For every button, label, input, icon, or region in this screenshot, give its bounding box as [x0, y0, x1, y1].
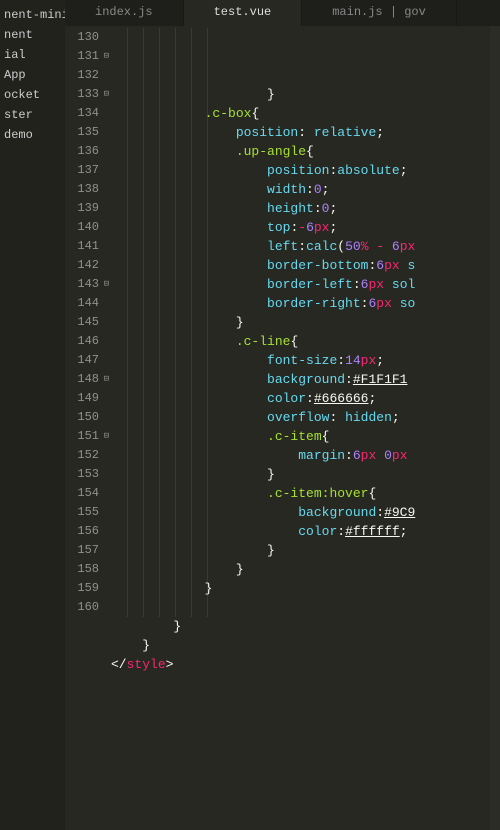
code-line[interactable]: }	[111, 465, 500, 484]
sidebar-item[interactable]: demo	[0, 125, 65, 145]
code-line[interactable]: border-left:6px sol	[111, 275, 500, 294]
code-line[interactable]: }	[111, 560, 500, 579]
editor-tab[interactable]: main.js | gov	[302, 0, 457, 26]
code-line[interactable]: overflow: hidden;	[111, 408, 500, 427]
editor-tab[interactable]: test.vue	[184, 0, 303, 26]
vertical-scrollbar[interactable]	[490, 26, 500, 830]
line-number: 130	[65, 28, 99, 47]
code-line[interactable]: left:calc(50% - 6px	[111, 237, 500, 256]
line-number: 132	[65, 66, 99, 85]
line-number: 148⊟	[65, 370, 99, 389]
main-panel: index.jstest.vuemain.js | gov 130131⊟132…	[65, 0, 500, 830]
code-line[interactable]: </style>	[111, 655, 500, 674]
code-line[interactable]: position: relative;	[111, 123, 500, 142]
code-line[interactable]: position:absolute;	[111, 161, 500, 180]
code-line[interactable]: color:#666666;	[111, 389, 500, 408]
line-number: 155	[65, 503, 99, 522]
code-line[interactable]: top:-6px;	[111, 218, 500, 237]
line-number: 157	[65, 541, 99, 560]
code-line[interactable]: .c-item{	[111, 427, 500, 446]
code-line[interactable]	[111, 598, 500, 617]
fold-marker-icon[interactable]: ⊟	[104, 275, 109, 294]
code-area[interactable]: } .c-box{ position: relative; .up-angle{…	[111, 26, 500, 830]
line-number: 150	[65, 408, 99, 427]
line-number: 139	[65, 199, 99, 218]
tab-bar: index.jstest.vuemain.js | gov	[65, 0, 500, 26]
code-line[interactable]: .up-angle{	[111, 142, 500, 161]
line-number: 147	[65, 351, 99, 370]
line-number: 144	[65, 294, 99, 313]
line-number: 146	[65, 332, 99, 351]
line-number: 154	[65, 484, 99, 503]
line-number: 136	[65, 142, 99, 161]
code-editor[interactable]: 130131⊟132133⊟13413513613713813914014114…	[65, 26, 500, 830]
line-number: 137	[65, 161, 99, 180]
file-explorer-sidebar: nent-mininentialAppocketsterdemo	[0, 0, 65, 830]
line-number: 138	[65, 180, 99, 199]
line-number: 149	[65, 389, 99, 408]
line-number-gutter: 130131⊟132133⊟13413513613713813914014114…	[65, 26, 111, 830]
line-number: 143⊟	[65, 275, 99, 294]
line-number: 140	[65, 218, 99, 237]
code-line[interactable]: .c-line{	[111, 332, 500, 351]
sidebar-item[interactable]: App	[0, 65, 65, 85]
code-line[interactable]: }	[111, 617, 500, 636]
fold-marker-icon[interactable]: ⊟	[104, 427, 109, 446]
code-line[interactable]: }	[111, 541, 500, 560]
code-line[interactable]: .c-box{	[111, 104, 500, 123]
code-line[interactable]: border-right:6px so	[111, 294, 500, 313]
code-line[interactable]: background:#F1F1F1	[111, 370, 500, 389]
line-number: 158	[65, 560, 99, 579]
sidebar-item[interactable]: ocket	[0, 85, 65, 105]
line-number: 142	[65, 256, 99, 275]
line-number: 159	[65, 579, 99, 598]
sidebar-item[interactable]: ster	[0, 105, 65, 125]
code-line[interactable]: }	[111, 636, 500, 655]
code-line[interactable]: width:0;	[111, 180, 500, 199]
code-line[interactable]: border-bottom:6px s	[111, 256, 500, 275]
sidebar-item[interactable]: ial	[0, 45, 65, 65]
line-number: 133⊟	[65, 85, 99, 104]
line-number: 160	[65, 598, 99, 617]
app-root: nent-mininentialAppocketsterdemo index.j…	[0, 0, 500, 830]
line-number: 153	[65, 465, 99, 484]
line-number: 145	[65, 313, 99, 332]
fold-marker-icon[interactable]: ⊟	[104, 85, 109, 104]
sidebar-item[interactable]: nent	[0, 25, 65, 45]
code-line[interactable]: }	[111, 313, 500, 332]
code-line[interactable]: font-size:14px;	[111, 351, 500, 370]
line-number: 151⊟	[65, 427, 99, 446]
code-line[interactable]: color:#ffffff;	[111, 522, 500, 541]
line-number: 131⊟	[65, 47, 99, 66]
code-line[interactable]: }	[111, 579, 500, 598]
code-line[interactable]: .c-item:hover{	[111, 484, 500, 503]
line-number: 152	[65, 446, 99, 465]
line-number: 141	[65, 237, 99, 256]
sidebar-item[interactable]: nent-mini	[0, 5, 65, 25]
line-number: 156	[65, 522, 99, 541]
code-line[interactable]: }	[111, 85, 500, 104]
line-number: 135	[65, 123, 99, 142]
code-line[interactable]: height:0;	[111, 199, 500, 218]
code-line[interactable]: margin:6px 0px	[111, 446, 500, 465]
line-number: 134	[65, 104, 99, 123]
fold-marker-icon[interactable]: ⊟	[104, 370, 109, 389]
code-line[interactable]: background:#9C9	[111, 503, 500, 522]
editor-tab[interactable]: index.js	[65, 0, 184, 26]
fold-marker-icon[interactable]: ⊟	[104, 47, 109, 66]
